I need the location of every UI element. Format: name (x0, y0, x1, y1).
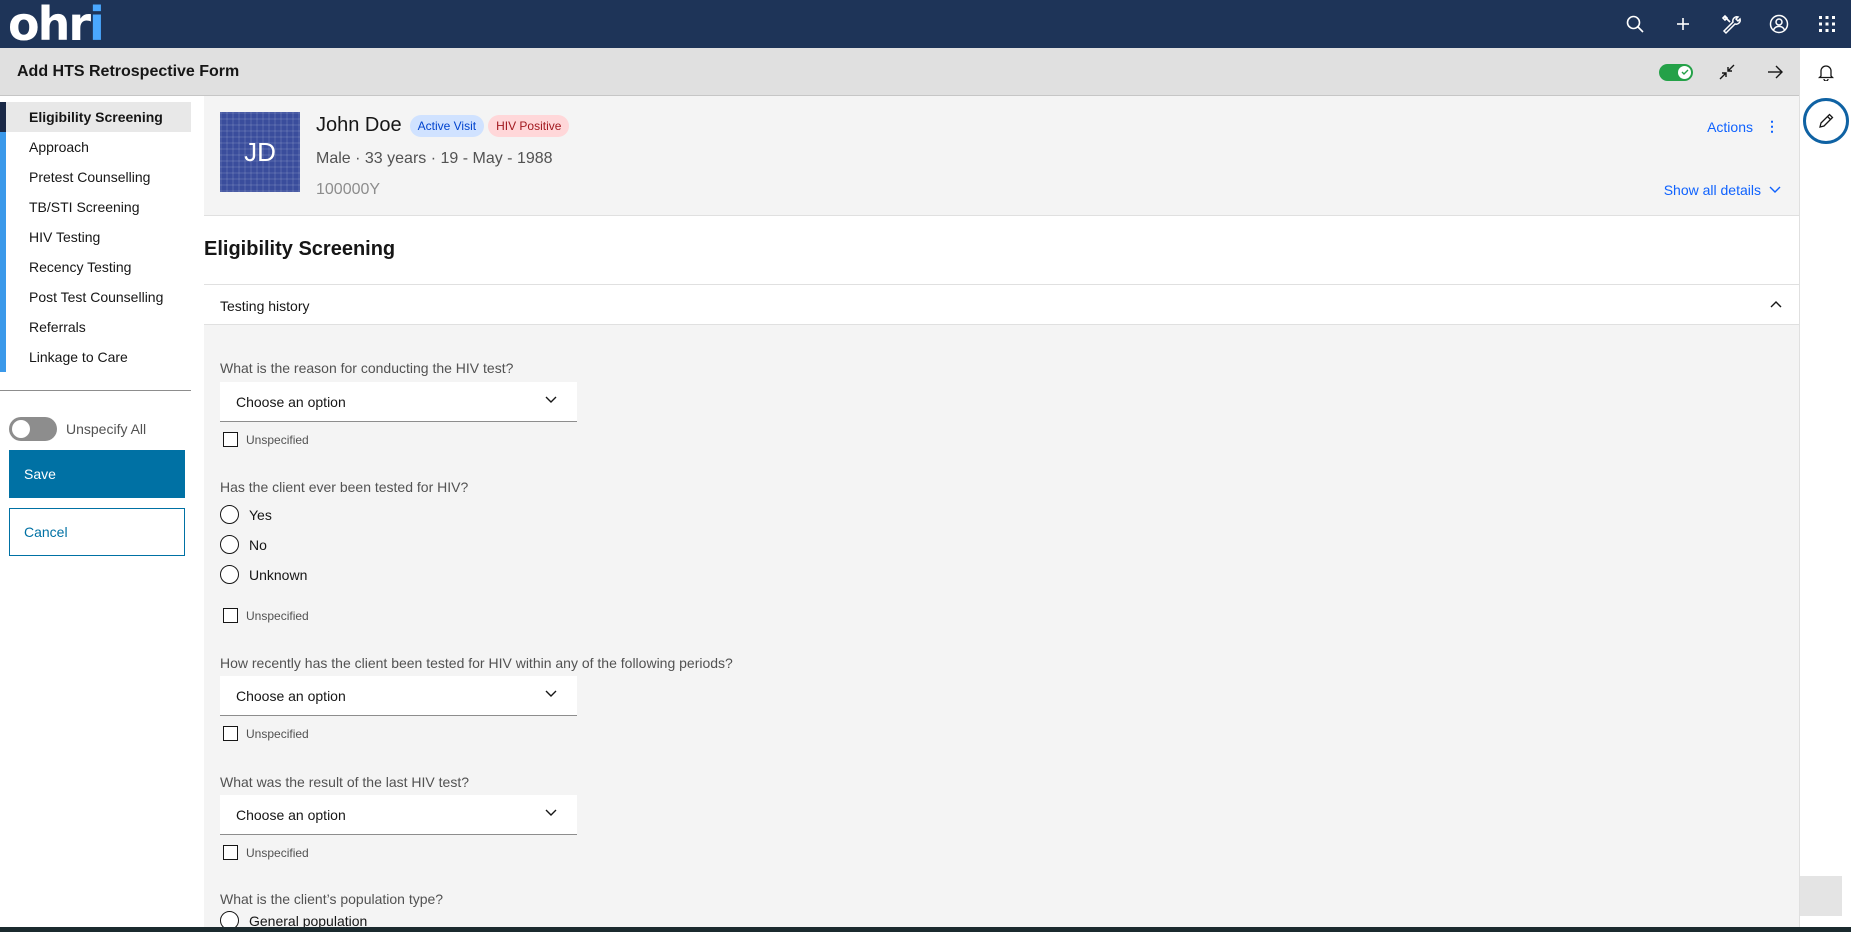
app-switcher-icon[interactable] (1803, 0, 1851, 48)
chevron-down-icon (545, 690, 557, 697)
radio-unknown[interactable] (220, 565, 239, 584)
patient-demographics: Male · 33 years · 19 - May - 1988 (316, 150, 553, 167)
radio-general-population-label: General population (249, 912, 368, 928)
radio-no-label: No (249, 536, 267, 553)
nav-item-tb-sti-screening[interactable]: TB/STI Screening (0, 192, 191, 222)
minimize-icon[interactable] (1703, 48, 1751, 96)
bell-icon[interactable] (1800, 48, 1851, 96)
question-last-test-result: What was the result of the last HIV test… (220, 774, 469, 790)
testing-history-accordion: Testing history What is the reason for c… (204, 284, 1799, 927)
nav-item-recency-testing[interactable]: Recency Testing (0, 252, 191, 282)
top-navigation-bar: ohr i (0, 0, 1851, 51)
user-icon[interactable] (1755, 0, 1803, 48)
actions-label: Actions (1707, 118, 1753, 135)
unspecified-label: Unspecified (246, 608, 309, 623)
toggle-knob (1678, 65, 1691, 79)
unspecified-checkbox-row: Unspecified (223, 608, 309, 623)
form-title: Add HTS Retrospective Form (17, 63, 240, 80)
accordion-header[interactable]: Testing history (204, 285, 1799, 325)
show-all-details-button[interactable]: Show all details (1664, 182, 1781, 198)
select-value: Choose an option (236, 394, 346, 410)
radio-yes[interactable] (220, 505, 239, 524)
chevron-down-icon (1769, 186, 1781, 193)
form-main-content: JD John Doe Active Visit HIV Positive Ma… (204, 96, 1799, 927)
cancel-button[interactable]: Cancel (9, 508, 185, 556)
unspecified-label: Unspecified (246, 432, 309, 447)
form-page-navigation: Eligibility Screening Approach Pretest C… (0, 96, 204, 927)
select-value: Choose an option (236, 807, 346, 823)
patient-avatar: JD (220, 112, 300, 192)
chevron-down-icon (545, 396, 557, 403)
top-icons (1611, 0, 1851, 48)
nav-item-post-test-counselling[interactable]: Post Test Counselling (0, 282, 191, 312)
nav-divider (0, 390, 191, 391)
radio-general-population-row: General population (220, 911, 367, 927)
radio-no-row: No (220, 535, 267, 554)
page-list: Eligibility Screening Approach Pretest C… (0, 102, 191, 372)
question-how-recently-tested: How recently has the client been tested … (220, 655, 733, 671)
right-side-rail (1799, 48, 1851, 927)
unspecified-checkbox[interactable] (223, 432, 238, 447)
radio-yes-row: Yes (220, 505, 272, 524)
unspecified-checkbox-row: Unspecified (223, 845, 309, 860)
scrollbar-corner[interactable] (1800, 876, 1842, 916)
app-window: ohr i Add HTS Retrospective Form Eligibi… (0, 0, 1851, 927)
unspecified-checkbox[interactable] (223, 726, 238, 741)
radio-unknown-row: Unknown (220, 565, 307, 584)
edit-pencil-icon[interactable] (1803, 98, 1849, 144)
accordion-label: Testing history (220, 298, 310, 314)
reason-for-test-select[interactable]: Choose an option (220, 382, 577, 422)
unspecify-all-toggle-row: Unspecify All (9, 417, 146, 441)
nav-item-approach[interactable]: Approach (0, 132, 191, 162)
form-title-bar: Add HTS Retrospective Form (0, 48, 1799, 96)
unspecify-all-toggle[interactable] (9, 417, 57, 441)
question-ever-tested: Has the client ever been tested for HIV? (220, 479, 469, 495)
unspecify-all-label: Unspecify All (66, 421, 147, 437)
how-recently-tested-select[interactable]: Choose an option (220, 676, 577, 716)
patient-name: John Doe (316, 114, 402, 136)
radio-yes-label: Yes (249, 506, 272, 523)
active-visit-tag: Active Visit (409, 114, 485, 137)
section-title: Eligibility Screening (204, 238, 396, 260)
nav-item-hiv-testing[interactable]: HIV Testing (0, 222, 191, 252)
tools-icon[interactable] (1707, 0, 1755, 48)
patient-name-row: John Doe Active Visit HIV Positive (316, 114, 573, 137)
toggle-on-icon[interactable] (1659, 63, 1693, 81)
unspecified-checkbox-row: Unspecified (223, 432, 309, 447)
last-test-result-select[interactable]: Choose an option (220, 795, 577, 835)
question-reason-for-test: What is the reason for conducting the HI… (220, 360, 514, 376)
nav-item-referrals[interactable]: Referrals (0, 312, 191, 342)
nav-item-eligibility-screening[interactable]: Eligibility Screening (0, 102, 191, 132)
actions-menu-button[interactable]: Actions ⋮ (1707, 118, 1779, 135)
nav-item-pretest-counselling[interactable]: Pretest Counselling (0, 162, 191, 192)
patient-identifier: 100000Y (316, 181, 381, 198)
logo-text-i: i (89, 0, 105, 51)
patient-banner: JD John Doe Active Visit HIV Positive Ma… (204, 96, 1799, 216)
form-title-icons (1659, 48, 1799, 96)
nav-item-linkage-to-care[interactable]: Linkage to Care (0, 342, 191, 372)
overflow-menu-icon: ⋮ (1765, 118, 1779, 134)
logo-text-o: ohr (8, 0, 91, 51)
add-icon[interactable] (1659, 0, 1707, 48)
unspecified-checkbox[interactable] (223, 608, 238, 623)
radio-unknown-label: Unknown (249, 566, 308, 583)
chevron-down-icon (545, 809, 557, 816)
save-button[interactable]: Save (9, 450, 185, 498)
ohri-logo[interactable]: ohr i (8, 0, 105, 51)
search-icon[interactable] (1611, 0, 1659, 48)
radio-no[interactable] (220, 535, 239, 554)
unspecified-checkbox[interactable] (223, 845, 238, 860)
radio-general-population[interactable] (220, 911, 239, 927)
chevron-up-icon (1770, 301, 1782, 308)
unspecified-label: Unspecified (246, 845, 309, 860)
unspecified-checkbox-row: Unspecified (223, 726, 309, 741)
select-value: Choose an option (236, 688, 346, 704)
unspecified-label: Unspecified (246, 726, 309, 741)
arrow-right-icon[interactable] (1751, 48, 1799, 96)
hiv-positive-tag: HIV Positive (488, 114, 570, 137)
toggle-knob (12, 420, 30, 438)
question-population-type: What is the client’s population type? (220, 891, 444, 907)
show-all-details-label: Show all details (1663, 182, 1761, 198)
